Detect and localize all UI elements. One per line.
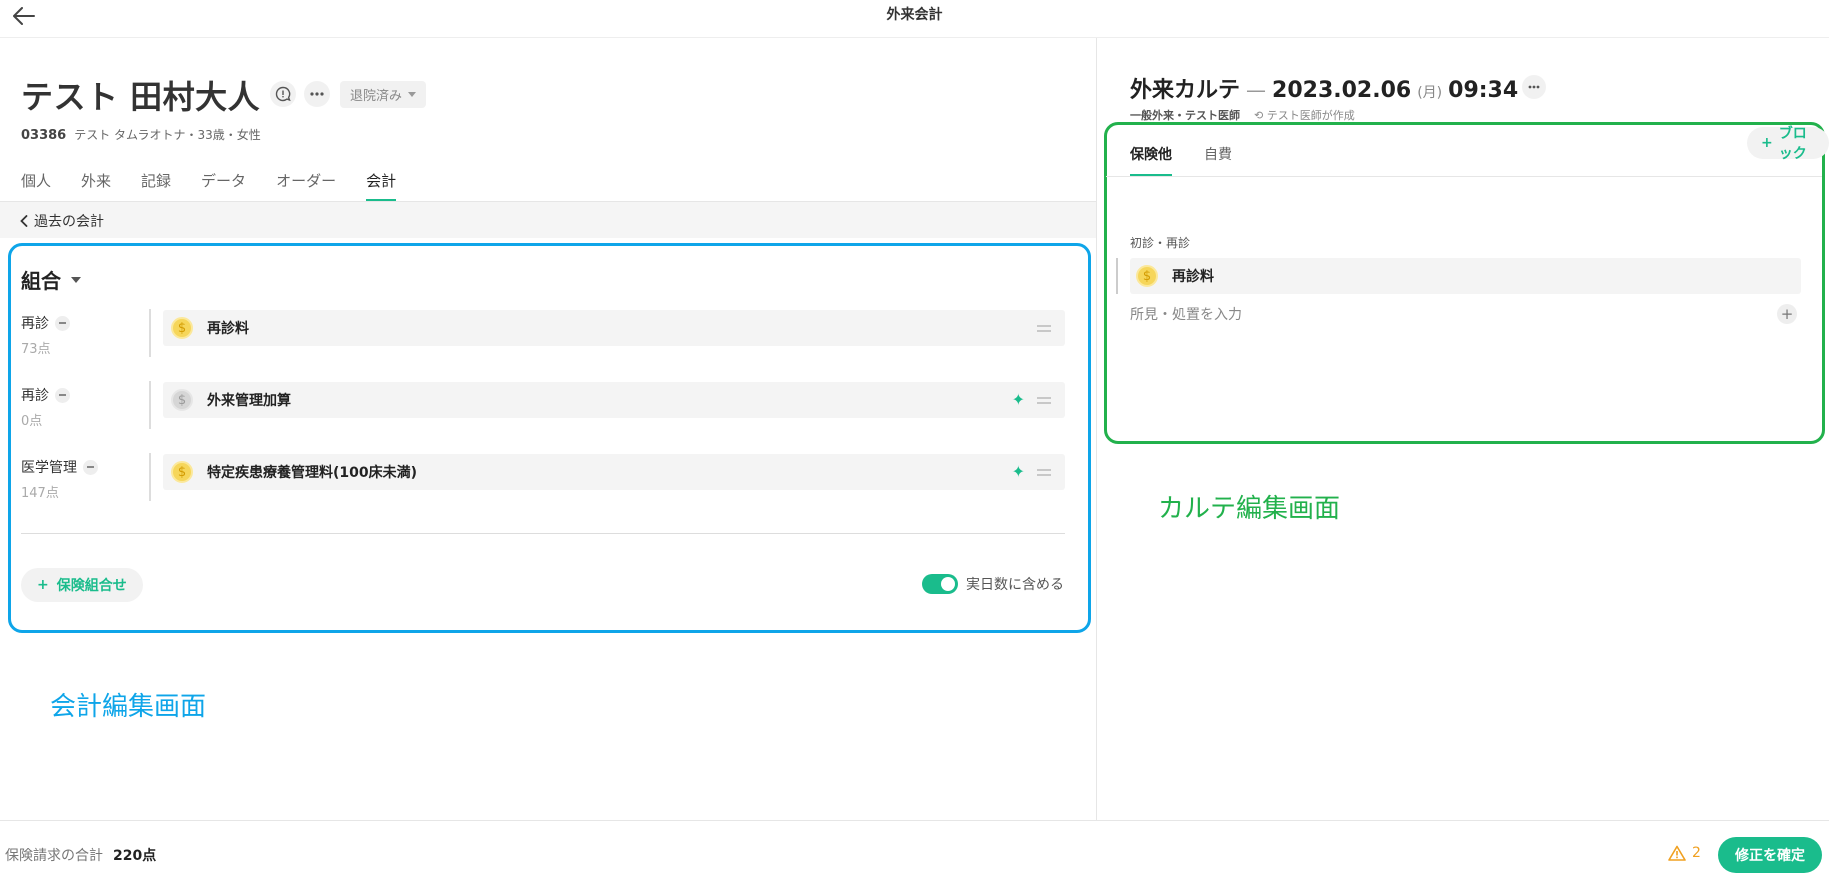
billing-item-label: 外来管理加算 [207, 393, 291, 409]
tab-outpatient[interactable]: 外来 [81, 168, 111, 201]
collapse-icon[interactable] [83, 459, 98, 475]
plus-icon: + [1761, 135, 1773, 151]
add-block-label: ブロック [1778, 126, 1807, 162]
section-label: 初診・再診 [1130, 236, 1191, 250]
add-finding-icon[interactable]: + [1777, 304, 1797, 324]
actual-days-toggle-group: 実日数に含める [922, 574, 1064, 594]
sparkle-icon[interactable]: ✦ [1012, 392, 1025, 408]
actual-days-label: 実日数に含める [966, 577, 1064, 593]
past-billing-bar: 過去の会計 [0, 201, 1096, 238]
drag-handle-icon[interactable] [1037, 324, 1051, 332]
chevron-down-icon [71, 276, 81, 283]
karte-header: 外来カルテ — 2023.02.06 (月) 09:34 [1130, 72, 1518, 104]
patient-subinfo: 03386 テスト タムラオトナ・33歳・女性 [21, 126, 261, 143]
billing-edit-annotation-label: 会計編集画面 [50, 692, 207, 722]
karte-edit-annotation-label: カルテ編集画面 [1158, 494, 1341, 524]
billing-item-label: 再診料 [207, 321, 249, 337]
actual-days-toggle[interactable] [922, 574, 958, 594]
pane-divider [1096, 38, 1097, 820]
category-label: 再診 [21, 388, 49, 404]
more-options-icon[interactable] [304, 81, 330, 107]
patient-tabs: 個人 外来 記録 データ オーダー 会計 [21, 168, 426, 201]
karte-department: 一般外来・テスト医師 [1130, 109, 1240, 122]
drag-handle-icon[interactable] [1037, 468, 1051, 476]
tab-insurance[interactable]: 保険他 [1130, 144, 1172, 176]
warning-icon [1668, 845, 1686, 861]
billing-row-category: 再診 [21, 313, 70, 333]
billing-item-row[interactable]: $ 特定疾患療養管理料(100床未満) ✦ [163, 454, 1065, 490]
karte-title: 外来カルテ [1130, 78, 1241, 103]
warning-indicator[interactable]: 2 [1668, 845, 1701, 861]
status-label: 退院済み [350, 89, 403, 104]
past-billing-link[interactable]: 過去の会計 [20, 211, 104, 231]
row-divider [149, 381, 151, 429]
tab-billing[interactable]: 会計 [366, 168, 397, 201]
past-billing-label: 過去の会計 [34, 214, 104, 230]
add-insurance-label: 保険組合せ [56, 578, 127, 594]
karte-author-wrap: ⟲ テスト医師が作成 [1254, 107, 1355, 123]
category-label: 医学管理 [21, 460, 77, 476]
billing-item-row[interactable]: $ 外来管理加算 ✦ [163, 382, 1065, 418]
karte-author: テスト医師が作成 [1266, 109, 1355, 122]
billing-row-category: 再診 [21, 385, 70, 405]
collapse-icon[interactable] [55, 387, 70, 403]
tab-personal[interactable]: 個人 [21, 168, 51, 201]
karte-time: 09:34 [1448, 78, 1519, 103]
status-dropdown[interactable]: 退院済み [340, 81, 427, 108]
tab-records[interactable]: 記録 [141, 168, 171, 201]
confirm-edit-button[interactable]: 修正を確定 [1718, 837, 1822, 873]
more-options-icon[interactable] [1522, 75, 1546, 99]
tab-self-pay[interactable]: 自費 [1204, 144, 1232, 176]
billing-row-points: 0点 [21, 414, 43, 429]
billing-item-row[interactable]: $ 再診料 [163, 310, 1065, 346]
karte-weekday: (月) [1417, 85, 1443, 101]
billing-row-points: 147点 [21, 486, 59, 501]
plus-icon: + [37, 577, 49, 593]
coin-icon: $ [171, 461, 193, 483]
tab-orders[interactable]: オーダー [276, 168, 336, 201]
sparkle-icon[interactable]: ✦ [1012, 464, 1025, 480]
category-label: 再診 [21, 316, 49, 332]
karte-date: 2023.02.06 [1272, 78, 1412, 103]
coin-icon: $ [1136, 265, 1158, 287]
add-insurance-combo-button[interactable]: + 保険組合せ [21, 568, 143, 602]
patient-details: テスト タムラオトナ・33歳・女性 [74, 128, 261, 142]
patient-id: 03386 [21, 128, 67, 143]
top-bar: 外来会計 [0, 0, 1829, 38]
karte-item-row[interactable]: $ 再診料 [1130, 258, 1801, 294]
karte-subinfo: 一般外来・テスト医師 ⟲ テスト医師が作成 [1130, 107, 1355, 123]
finding-input[interactable]: 所見・処置を入力 [1130, 304, 1242, 324]
row-divider [149, 309, 151, 357]
combination-title-label: 組合 [21, 269, 61, 293]
chevron-left-icon [20, 215, 28, 227]
add-block-button[interactable]: + ブロック [1747, 126, 1829, 162]
karte-item-label: 再診料 [1172, 269, 1214, 285]
total-label: 保険請求の合計 [5, 848, 103, 864]
drag-handle-icon[interactable] [1037, 396, 1051, 404]
combination-title[interactable]: 組合 [21, 265, 81, 294]
collapse-icon[interactable] [55, 315, 70, 331]
chevron-down-icon [408, 92, 417, 97]
billing-row-points: 73点 [21, 342, 51, 357]
billing-row-category: 医学管理 [21, 457, 98, 477]
comment-icon[interactable] [270, 81, 296, 107]
billing-item-label: 特定疾患療養管理料(100床未満) [207, 465, 418, 481]
tab-data[interactable]: データ [201, 168, 246, 201]
total-value: 220点 [113, 848, 157, 864]
karte-tabs: 保険他 自費 [1130, 144, 1232, 176]
row-divider [1116, 258, 1118, 294]
insurance-total: 保険請求の合計 220点 [5, 845, 156, 865]
coin-icon: $ [171, 317, 193, 339]
page-title: 外来会計 [886, 7, 943, 23]
title-separator: — [1246, 78, 1267, 102]
footer-bar: 保険請求の合計 220点 2 修正を確定 [0, 820, 1829, 887]
history-icon: ⟲ [1254, 109, 1264, 122]
warning-count: 2 [1692, 845, 1701, 861]
row-divider [149, 453, 151, 501]
coin-icon: $ [171, 389, 193, 411]
tabs-divider [1106, 176, 1822, 177]
section-divider [21, 533, 1065, 534]
patient-name: テスト 田村大人 [21, 78, 261, 116]
